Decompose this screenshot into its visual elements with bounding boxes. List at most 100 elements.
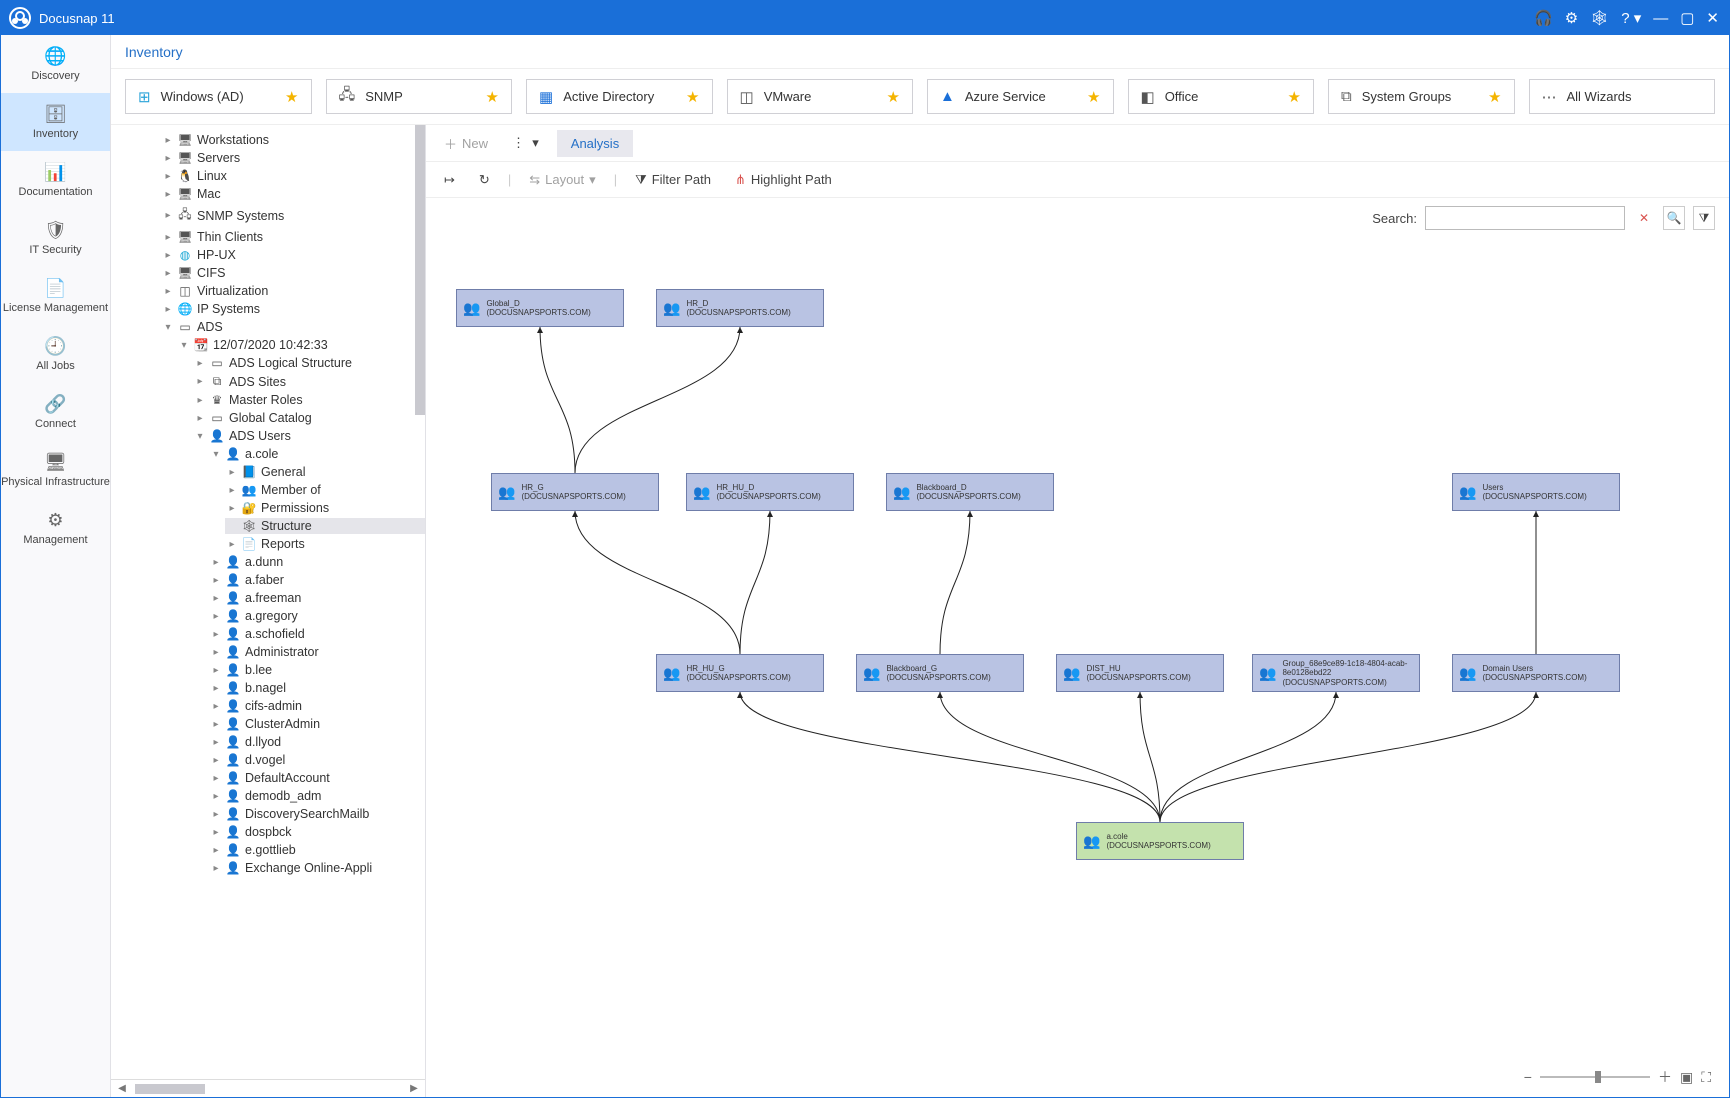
tree-twisty[interactable]: ▸ <box>211 827 221 838</box>
nav-it-security[interactable]: 🛡IT Security <box>1 209 110 267</box>
wizard-vmware[interactable]: ◫VMware★ <box>727 79 914 114</box>
tree-twisty[interactable]: ▸ <box>163 210 173 221</box>
tree-twisty[interactable]: ▸ <box>195 376 205 387</box>
tree-item-a-dunn[interactable]: ▸👤a.dunn <box>209 554 425 570</box>
analysis-tab[interactable]: Analysis <box>557 130 633 157</box>
tree-twisty[interactable]: ▸ <box>163 171 173 182</box>
diagram-canvas[interactable]: − ＋ ▣ ⛶ 👥Global_D(DOCUSNAPSPORTS.COM)👥HR… <box>426 238 1729 1097</box>
tree-twisty[interactable]: ▸ <box>195 358 205 369</box>
tree-item-global-catalog[interactable]: ▸▭Global Catalog <box>193 410 425 426</box>
node-hr-hu-d[interactable]: 👥HR_HU_D(DOCUSNAPSPORTS.COM) <box>686 473 854 511</box>
wizard-system-groups[interactable]: ⧉System Groups★ <box>1328 79 1515 114</box>
tree-item-dospbck[interactable]: ▸👤dospbck <box>209 824 425 840</box>
zoom-fit-icon[interactable]: ▣ <box>1680 1069 1693 1086</box>
tree-item-virtualization[interactable]: ▸◫Virtualization <box>161 283 425 299</box>
node-hr-g[interactable]: 👥HR_G(DOCUSNAPSPORTS.COM) <box>491 473 659 511</box>
more-menu[interactable]: ⋮ ▾ <box>506 131 545 155</box>
tree-twisty[interactable]: ▸ <box>211 719 221 730</box>
new-button[interactable]: ＋New <box>438 130 494 157</box>
refresh-icon[interactable]: ↻ <box>473 168 496 192</box>
tree-twisty[interactable]: ▸ <box>211 647 221 658</box>
tree-item-permissions[interactable]: ▸🔐Permissions <box>225 500 425 516</box>
tree-item-thin-clients[interactable]: ▸🖥Thin Clients <box>161 229 425 245</box>
zoom-in-button[interactable]: ＋ <box>1658 1067 1672 1087</box>
tree-twisty[interactable]: ▾ <box>195 431 205 442</box>
tree-item-a-cole[interactable]: ▾👤a.cole <box>209 446 425 462</box>
tree-twisty[interactable]: ▸ <box>163 250 173 261</box>
tree-twisty[interactable]: ▸ <box>211 665 221 676</box>
nav-discovery[interactable]: 🌐Discovery <box>1 35 110 93</box>
node-domain-users[interactable]: 👥Domain Users(DOCUSNAPSPORTS.COM) <box>1452 654 1620 692</box>
tree-item-demodb-adm[interactable]: ▸👤demodb_adm <box>209 788 425 804</box>
tree-twisty[interactable]: ▸ <box>227 485 237 496</box>
node-hr-hu-g[interactable]: 👥HR_HU_G(DOCUSNAPSPORTS.COM) <box>656 654 824 692</box>
tree-item-d-llyod[interactable]: ▸👤d.llyod <box>209 734 425 750</box>
tree-item-administrator[interactable]: ▸👤Administrator <box>209 644 425 660</box>
tree-item-a-gregory[interactable]: ▸👤a.gregory <box>209 608 425 624</box>
tree-twisty[interactable]: ▸ <box>211 683 221 694</box>
tree-item-member-of[interactable]: ▸👥Member of <box>225 482 425 498</box>
tree-twisty[interactable]: ▸ <box>227 467 237 478</box>
nav-all-jobs[interactable]: 🕘All Jobs <box>1 325 110 383</box>
tree-item-defaultaccount[interactable]: ▸👤DefaultAccount <box>209 770 425 786</box>
tree-item-a-schofield[interactable]: ▸👤a.schofield <box>209 626 425 642</box>
tree-hscroll-right[interactable]: ▶ <box>407 1083 421 1094</box>
node-group-68e9ce89-1c18-4804-acab-8e0128ebd22[interactable]: 👥Group_68e9ce89-1c18-4804-acab-8e0128ebd… <box>1252 654 1420 692</box>
tree-item-ads-users[interactable]: ▾👤ADS Users <box>193 428 425 444</box>
tree-item-reports[interactable]: ▸📄Reports <box>225 536 425 552</box>
tree-item-clusteradmin[interactable]: ▸👤ClusterAdmin <box>209 716 425 732</box>
zoom-out-button[interactable]: − <box>1524 1069 1532 1085</box>
tree-twisty[interactable]: ▸ <box>195 395 205 406</box>
tree-item-ads-sites[interactable]: ▸⧉ADS Sites <box>193 373 425 390</box>
nav-management[interactable]: ⚙Management <box>1 499 110 557</box>
tree-twisty[interactable]: ▸ <box>163 232 173 243</box>
node-users[interactable]: 👥Users(DOCUSNAPSPORTS.COM) <box>1452 473 1620 511</box>
tree-twisty[interactable]: ▸ <box>163 268 173 279</box>
tree-item-mac[interactable]: ▸🖥Mac <box>161 186 425 202</box>
tree-twisty[interactable]: ▾ <box>163 322 173 333</box>
tree-item-cifs-admin[interactable]: ▸👤cifs-admin <box>209 698 425 714</box>
tree-twisty[interactable]: ▸ <box>211 575 221 586</box>
wizard-azure-service[interactable]: ▲Azure Service★ <box>927 79 1114 114</box>
close-icon[interactable]: ✕ <box>1706 9 1719 27</box>
node-blackboard-d[interactable]: 👥Blackboard_D(DOCUSNAPSPORTS.COM) <box>886 473 1054 511</box>
tree-twisty[interactable]: ▸ <box>211 629 221 640</box>
tree-item-linux[interactable]: ▸🐧Linux <box>161 168 425 184</box>
tree-twisty[interactable]: ▾ <box>179 340 189 351</box>
tree-item-12-07-2020-10-42-33[interactable]: ▾📆12/07/2020 10:42:33 <box>177 337 425 353</box>
gear-icon[interactable]: ⚙ <box>1565 9 1578 27</box>
tree-item-general[interactable]: ▸📘General <box>225 464 425 480</box>
tree-twisty[interactable]: ▸ <box>211 737 221 748</box>
node-a-cole[interactable]: 👥a.cole(DOCUSNAPSPORTS.COM) <box>1076 822 1244 860</box>
nav-documentation[interactable]: 📊Documentation <box>1 151 110 209</box>
tree-twisty[interactable]: ▸ <box>195 413 205 424</box>
wizard-office[interactable]: ◧Office★ <box>1128 79 1315 114</box>
network-config-icon[interactable]: 🕸 <box>1590 9 1609 27</box>
tree-twisty[interactable]: ▸ <box>227 503 237 514</box>
tree-item-b-lee[interactable]: ▸👤b.lee <box>209 662 425 678</box>
tree-item-d-vogel[interactable]: ▸👤d.vogel <box>209 752 425 768</box>
tree-item-hp-ux[interactable]: ▸◍HP-UX <box>161 247 425 263</box>
node-blackboard-g[interactable]: 👥Blackboard_G(DOCUSNAPSPORTS.COM) <box>856 654 1024 692</box>
zoom-slider[interactable] <box>1540 1076 1650 1078</box>
tree-item-cifs[interactable]: ▸🖥CIFS <box>161 265 425 281</box>
tree-hscroll[interactable]: ◀ ▶ <box>111 1079 425 1097</box>
tree-item-ads-logical-structure[interactable]: ▸▭ADS Logical Structure <box>193 355 425 371</box>
node-global-d[interactable]: 👥Global_D(DOCUSNAPSPORTS.COM) <box>456 289 624 327</box>
tree-twisty[interactable]: ▸ <box>211 557 221 568</box>
tree-twisty[interactable]: ▸ <box>211 809 221 820</box>
wizard-active-directory[interactable]: ▦Active Directory★ <box>526 79 713 114</box>
highlight-path-button[interactable]: ⋔Highlight Path <box>729 168 838 192</box>
tree-twisty[interactable]: ▸ <box>211 773 221 784</box>
nav-inventory[interactable]: 🗄Inventory <box>1 93 110 151</box>
tree-twisty[interactable]: ▸ <box>211 863 221 874</box>
tree-twisty[interactable]: ▸ <box>163 304 173 315</box>
restore-icon[interactable]: ▢ <box>1680 9 1694 27</box>
help-icon[interactable]: ? ▾ <box>1621 9 1641 27</box>
filter-path-button[interactable]: ⧩Filter Path <box>629 168 717 192</box>
minimize-icon[interactable]: — <box>1653 10 1668 27</box>
tree-twisty[interactable]: ▸ <box>163 189 173 200</box>
search-icon[interactable]: 🔍 <box>1663 206 1685 230</box>
tree-item-a-faber[interactable]: ▸👤a.faber <box>209 572 425 588</box>
tree-twisty[interactable]: ▾ <box>211 449 221 460</box>
